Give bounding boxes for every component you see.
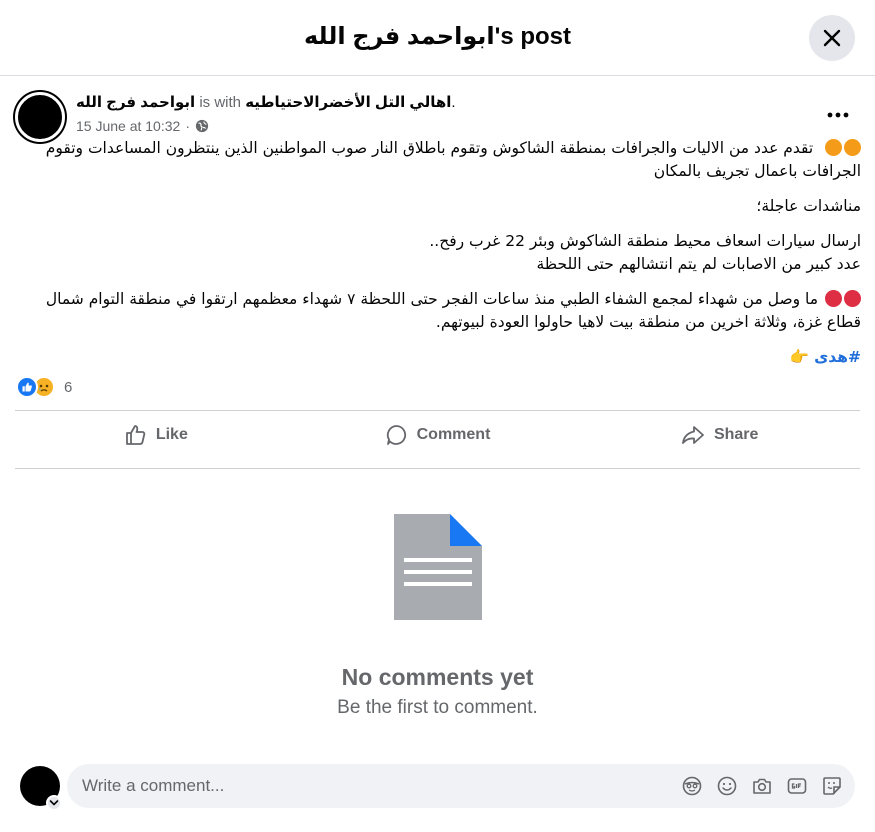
- hashtag-link[interactable]: #هدى: [814, 348, 861, 366]
- close-icon: [823, 29, 841, 47]
- post-paragraph: مناشدات عاجلة؛: [16, 195, 861, 218]
- camera-icon: [753, 778, 771, 794]
- post-paragraph: ما وصل من شهداء لمجمع الشفاء الطبي منذ س…: [16, 288, 861, 334]
- share-icon: [682, 426, 704, 444]
- more-options-button[interactable]: [823, 100, 853, 130]
- empty-comments-title: No comments yet: [341, 664, 534, 690]
- paragraph-text: تقدم عدد من الاليات والجرافات بمنطقة الش…: [45, 139, 861, 180]
- empty-comments-illustration: [0, 512, 875, 622]
- sticker-icon: [823, 777, 841, 795]
- like-label: Like: [155, 426, 188, 443]
- like-button[interactable]: Like: [15, 412, 297, 458]
- comment-composer: [67, 764, 855, 808]
- gif-icon: [787, 778, 807, 794]
- author-line: ابواحمد فرج الله is with اهالي التل الأخ…: [76, 93, 456, 111]
- post-paragraph: #هدى 👉: [16, 346, 861, 369]
- gif-button[interactable]: [786, 775, 808, 797]
- red-circle-icon: [844, 290, 861, 307]
- pointing-hand-icon: 👉: [789, 348, 810, 366]
- avatar-sticker-button[interactable]: [681, 775, 703, 797]
- dialog-header: ابواحمد فرج الله's post: [0, 0, 875, 76]
- paragraph-text: ما وصل من شهداء لمجمع الشفاء الطبي منذ س…: [45, 290, 861, 331]
- emoji-button[interactable]: [716, 775, 738, 797]
- close-button[interactable]: [809, 15, 855, 61]
- post-timestamp[interactable]: 15 June at 10:32: [76, 118, 180, 134]
- is-with-text: is with: [199, 94, 242, 111]
- reaction-count: 6: [64, 378, 73, 396]
- orange-circle-icon: [844, 139, 861, 156]
- chevron-down-icon: [49, 800, 59, 806]
- post-paragraph: ارسال سيارات اسعاف محيط منطقة الشاكوش وب…: [16, 230, 861, 276]
- sticker-button[interactable]: [821, 775, 843, 797]
- post-actions: Like Comment Share: [15, 412, 860, 458]
- share-button[interactable]: Share: [578, 412, 860, 458]
- emoji-icon: [717, 776, 737, 796]
- paragraph-text: ارسال سيارات اسعاف محيط منطقة الشاكوش وب…: [429, 232, 861, 250]
- dialog-title: ابواحمد فرج الله's post: [303, 23, 572, 50]
- divider: [15, 410, 860, 411]
- document-icon: [393, 514, 482, 620]
- tagged-group-link[interactable]: اهالي التل الأخضرالاحتياطيه: [245, 94, 451, 111]
- reactions-summary[interactable]: 6: [16, 376, 72, 398]
- empty-comments-subtitle: Be the first to comment.: [337, 697, 538, 718]
- avatar-sticker-icon: [682, 776, 702, 796]
- paragraph-text: مناشدات عاجلة؛: [756, 197, 861, 215]
- post-paragraph: تقدم عدد من الاليات والجرافات بمنطقة الش…: [16, 137, 861, 183]
- author-avatar[interactable]: [15, 92, 65, 142]
- paragraph-text: عدد كبير من الاصابات لم يتم انتشالهم حتى…: [536, 255, 862, 273]
- more-options-icon: [827, 112, 849, 118]
- globe-icon: [195, 119, 209, 133]
- post-body: تقدم عدد من الاليات والجرافات بمنطقة الش…: [16, 137, 861, 381]
- share-label: Share: [713, 426, 759, 443]
- post-meta: 15 June at 10:32 ·: [76, 118, 209, 134]
- like-icon: [125, 425, 146, 445]
- comment-label: Comment: [416, 426, 491, 443]
- trailing-period: .: [451, 94, 456, 111]
- comment-button[interactable]: Comment: [297, 412, 579, 458]
- author-name[interactable]: ابواحمد فرج الله: [76, 94, 195, 111]
- camera-button[interactable]: [751, 775, 773, 797]
- red-circle-icon: [825, 290, 842, 307]
- divider: [15, 468, 860, 469]
- comment-icon: [386, 425, 406, 445]
- meta-separator: ·: [185, 118, 190, 134]
- comment-input[interactable]: [82, 764, 662, 808]
- orange-circle-icon: [825, 139, 842, 156]
- like-reaction-icon: [16, 376, 38, 398]
- profile-switcher-button[interactable]: [46, 795, 62, 811]
